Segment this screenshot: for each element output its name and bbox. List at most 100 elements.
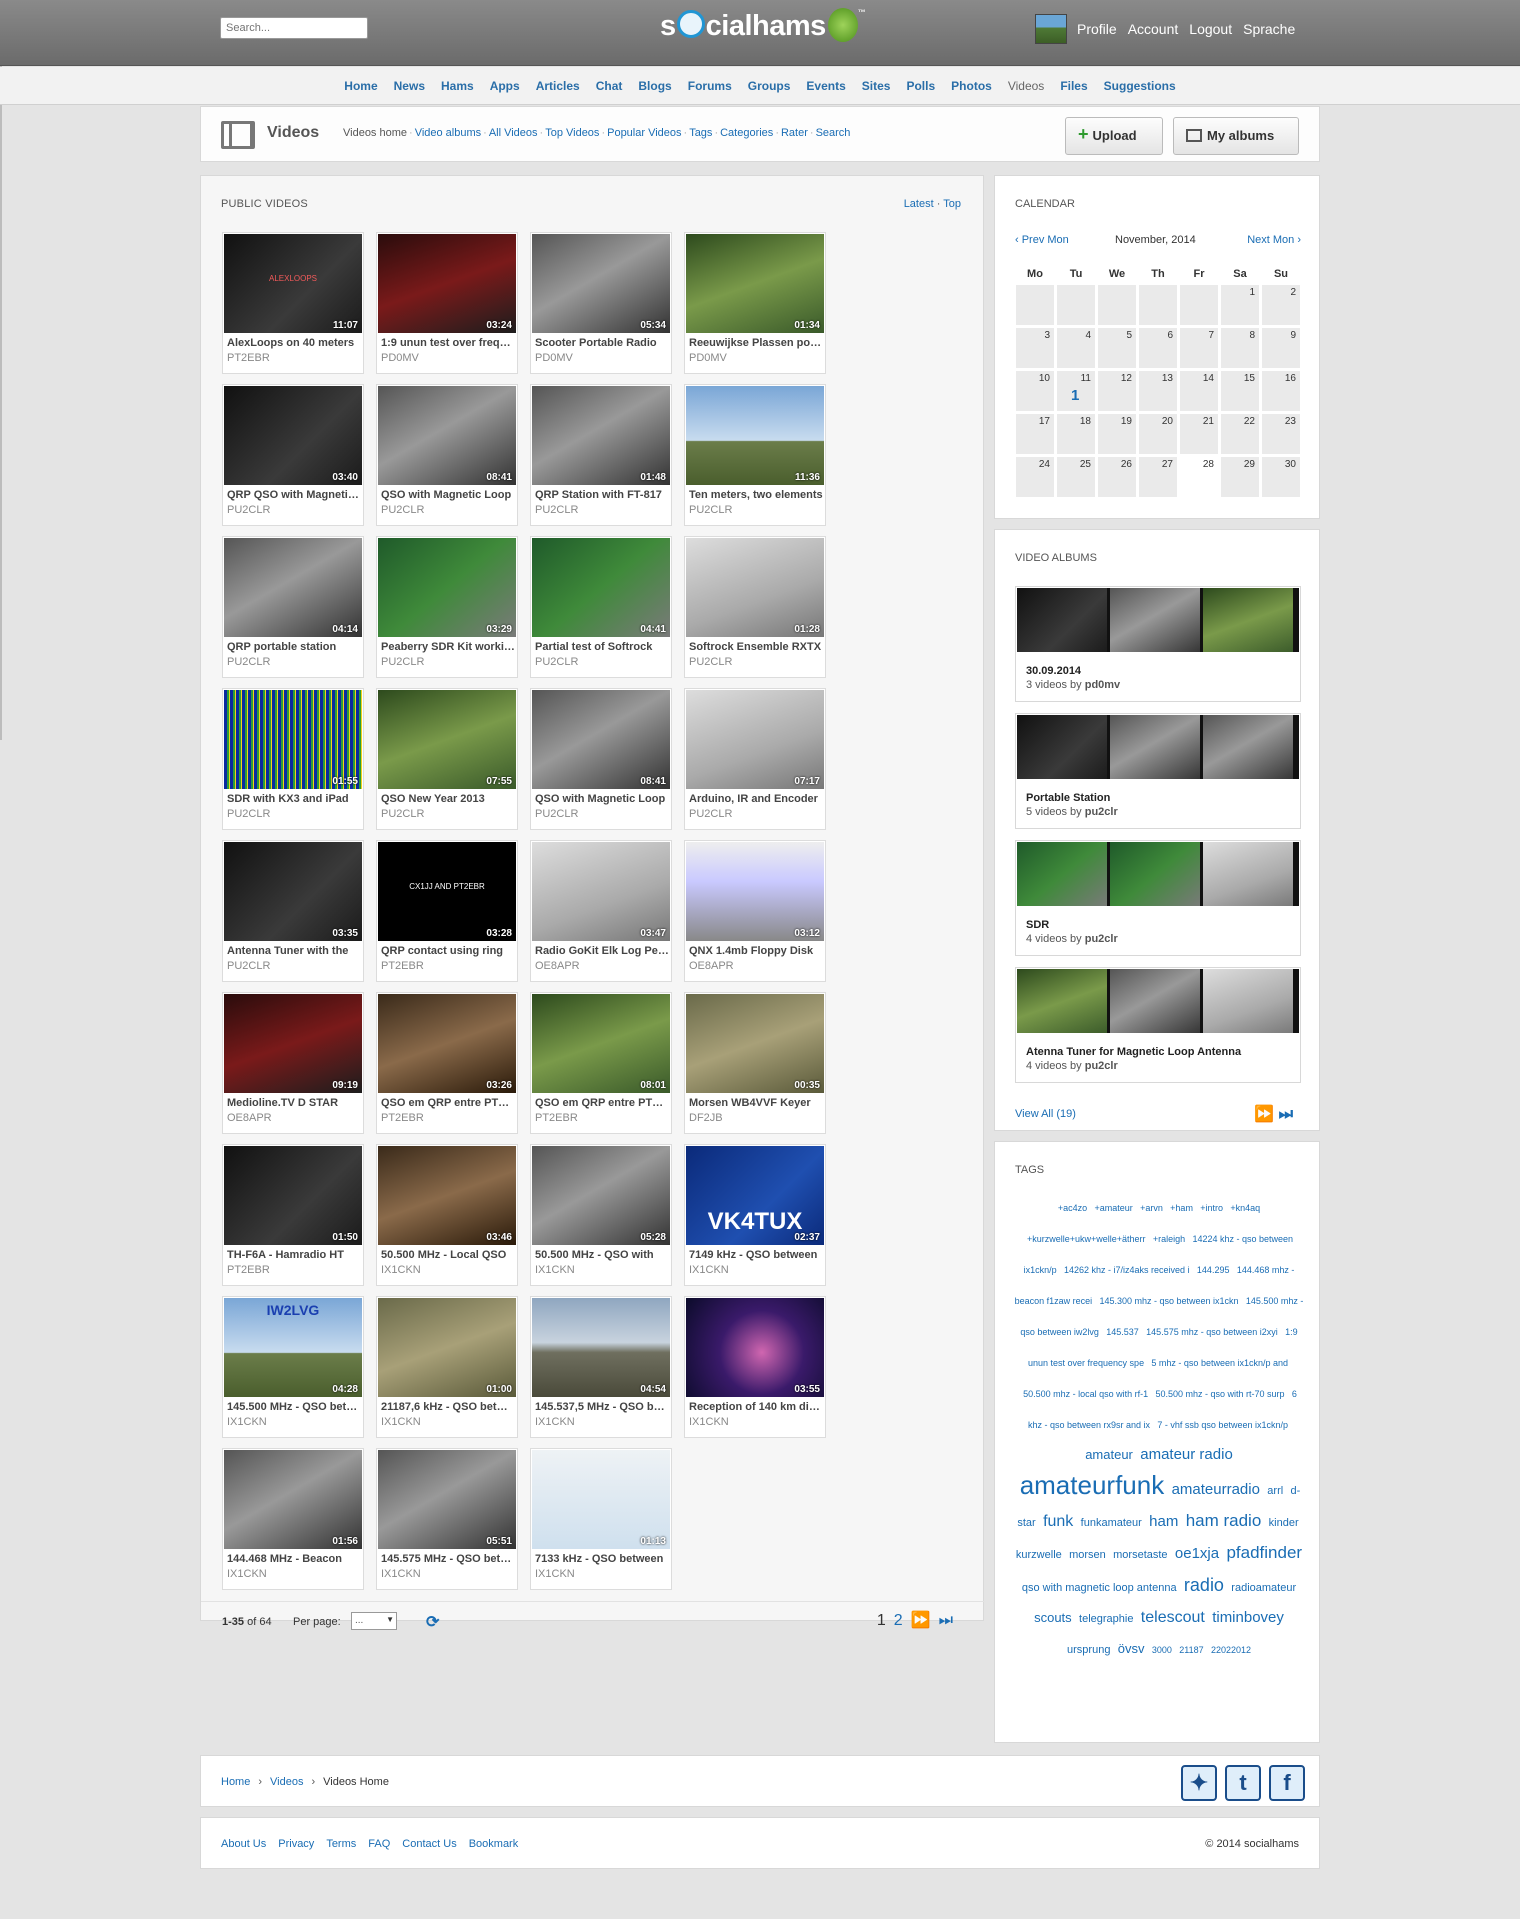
last-page-icon[interactable]: ⏭ xyxy=(1279,1106,1293,1123)
video-thumbnail[interactable]: 03:26 xyxy=(378,994,516,1093)
album-title[interactable]: Portable Station xyxy=(1026,792,1110,804)
subnav-rater[interactable]: Rater xyxy=(781,127,808,139)
video-thumbnail[interactable]: 01:50 xyxy=(224,1146,362,1245)
video-card[interactable]: 09:19 Medioline.TV D STAR OE8APR xyxy=(222,992,364,1134)
video-author[interactable]: PT2EBR xyxy=(227,352,270,364)
video-card[interactable]: 01:56 144.468 MHz - Beacon IX1CKN xyxy=(222,1448,364,1590)
calendar-day[interactable]: 5 xyxy=(1097,327,1137,369)
nav-item-news[interactable]: News xyxy=(394,79,425,93)
tag-link[interactable]: pfadfinder xyxy=(1226,1543,1302,1562)
video-title[interactable]: 7133 kHz - QSO between xyxy=(535,1553,669,1565)
video-author[interactable]: IX1CKN xyxy=(535,1264,575,1276)
calendar-day[interactable]: 6 xyxy=(1138,327,1178,369)
calendar-day[interactable]: 17 xyxy=(1015,413,1055,455)
calendar-day[interactable]: 14 xyxy=(1179,370,1219,412)
video-thumbnail[interactable]: 04:54 xyxy=(532,1298,670,1397)
video-card[interactable]: 03:46 50.500 MHz - Local QSO IX1CKN xyxy=(376,1144,518,1286)
video-author[interactable]: PU2CLR xyxy=(535,504,578,516)
album-card[interactable]: 30.09.2014 3 videos by pd0mv xyxy=(1015,586,1301,702)
nav-item-photos[interactable]: Photos xyxy=(951,79,992,93)
video-card[interactable]: 08:41 QSO with Magnetic Loop PU2CLR xyxy=(530,688,672,830)
video-thumbnail[interactable]: 01:13 xyxy=(532,1450,670,1549)
view-all-link[interactable]: View All (19) xyxy=(1015,1108,1076,1120)
tag-link[interactable]: telegraphie xyxy=(1079,1613,1133,1625)
album-thumbnails[interactable] xyxy=(1017,969,1299,1033)
video-thumbnail[interactable]: VK4TUX 02:37 xyxy=(686,1146,824,1245)
video-author[interactable]: PU2CLR xyxy=(381,656,424,668)
calendar-day[interactable]: 23 xyxy=(1261,413,1301,455)
video-title[interactable]: QSO with Magnetic Loop xyxy=(535,793,669,805)
calendar-day[interactable]: 19 xyxy=(1097,413,1137,455)
tag-link[interactable]: +ac4zo xyxy=(1058,1203,1087,1213)
album-title[interactable]: 30.09.2014 xyxy=(1026,665,1081,677)
video-card[interactable]: 01:00 21187,6 kHz - QSO between IX1CKN xyxy=(376,1296,518,1438)
video-title[interactable]: 21187,6 kHz - QSO between xyxy=(381,1401,515,1413)
video-card[interactable]: 00:35 Morsen WB4VVF Keyer DF2JB xyxy=(684,992,826,1134)
video-title[interactable]: AlexLoops on 40 meters xyxy=(227,337,361,349)
tag-link[interactable]: kurzwelle xyxy=(1016,1549,1062,1561)
video-card[interactable]: 07:55 QSO New Year 2013 PU2CLR xyxy=(376,688,518,830)
refresh-icon[interactable]: ⟳ xyxy=(426,1612,439,1632)
tag-link[interactable]: scouts xyxy=(1034,1610,1072,1625)
video-author[interactable]: PU2CLR xyxy=(689,504,732,516)
calendar-day[interactable]: 22 xyxy=(1220,413,1260,455)
calendar-day[interactable]: 20 xyxy=(1138,413,1178,455)
tag-link[interactable]: telescout xyxy=(1141,1609,1205,1626)
video-card[interactable]: 01:34 Reeuwijkse Plassen portable PD0MV xyxy=(684,232,826,374)
video-thumbnail[interactable]: 01:34 xyxy=(686,234,824,333)
album-thumbnail[interactable] xyxy=(1203,969,1293,1033)
video-author[interactable]: IX1CKN xyxy=(381,1568,421,1580)
tag-link[interactable]: amateurradio xyxy=(1172,1481,1260,1498)
video-thumbnail[interactable]: 08:01 xyxy=(532,994,670,1093)
album-title[interactable]: SDR xyxy=(1026,919,1049,931)
page-2[interactable]: 2 xyxy=(894,1612,903,1629)
tag-link[interactable]: +arvn xyxy=(1140,1203,1163,1213)
video-author[interactable]: IX1CKN xyxy=(689,1416,729,1428)
video-card[interactable]: 04:14 QRP portable station PU2CLR xyxy=(222,536,364,678)
nav-item-events[interactable]: Events xyxy=(806,79,845,93)
calendar-day[interactable]: 10 xyxy=(1015,370,1055,412)
tag-link[interactable]: funk xyxy=(1043,1513,1073,1530)
calendar-day[interactable]: 9 xyxy=(1261,327,1301,369)
tag-link[interactable]: 5 mhz - qso between ix1ckn/p and xyxy=(1151,1358,1288,1368)
video-thumbnail[interactable]: 03:12 xyxy=(686,842,824,941)
video-thumbnail[interactable]: 00:35 xyxy=(686,994,824,1093)
video-card[interactable]: VK4TUX 02:37 7149 kHz - QSO between IX1CKN xyxy=(684,1144,826,1286)
video-card[interactable]: 01:28 Softrock Ensemble RXTX PU2CLR xyxy=(684,536,826,678)
video-title[interactable]: Ten meters, two elements xyxy=(689,489,823,501)
calendar-day[interactable]: 1 xyxy=(1220,284,1260,326)
video-thumbnail[interactable]: 08:41 xyxy=(378,386,516,485)
video-card[interactable]: 03:29 Peaberry SDR Kit working PU2CLR xyxy=(376,536,518,678)
page-1[interactable]: 1 xyxy=(877,1612,886,1629)
nav-item-polls[interactable]: Polls xyxy=(906,79,935,93)
video-title[interactable]: SDR with KX3 and iPad xyxy=(227,793,361,805)
video-thumbnail[interactable]: 05:51 xyxy=(378,1450,516,1549)
video-author[interactable]: PU2CLR xyxy=(227,960,270,972)
sort-top[interactable]: Top xyxy=(943,198,961,210)
tag-link[interactable]: radioamateur xyxy=(1231,1582,1296,1594)
tag-link[interactable]: amateur xyxy=(1085,1447,1133,1462)
share-social-icon[interactable]: ✦ xyxy=(1181,1765,1217,1801)
video-card[interactable]: 05:34 Scooter Portable Radio PD0MV xyxy=(530,232,672,374)
nav-item-chat[interactable]: Chat xyxy=(596,79,623,93)
album-thumbnails[interactable] xyxy=(1017,588,1299,652)
subnav-video-albums[interactable]: Video albums xyxy=(415,127,481,139)
video-author[interactable]: IX1CKN xyxy=(689,1264,729,1276)
video-card[interactable]: ALEXLOOPS 11:07 AlexLoops on 40 meters PT2E… xyxy=(222,232,364,374)
tag-link[interactable]: 145.300 mhz - qso between ix1ckn xyxy=(1099,1296,1238,1306)
video-card[interactable]: 03:40 QRP QSO with Magnetic Loop PU2CLR xyxy=(222,384,364,526)
nav-item-blogs[interactable]: Blogs xyxy=(638,79,671,93)
my-albums-button[interactable]: My albums xyxy=(1173,117,1299,155)
video-thumbnail[interactable]: 03:46 xyxy=(378,1146,516,1245)
video-thumbnail[interactable]: 07:55 xyxy=(378,690,516,789)
video-thumbnail[interactable]: 01:48 xyxy=(532,386,670,485)
footer-link-contact-us[interactable]: Contact Us xyxy=(402,1838,456,1850)
video-thumbnail[interactable]: 03:24 xyxy=(378,234,516,333)
video-author[interactable]: PT2EBR xyxy=(381,1112,424,1124)
nav-item-sites[interactable]: Sites xyxy=(862,79,891,93)
video-title[interactable]: Radio GoKit Elk Log Periodic xyxy=(535,945,669,957)
video-title[interactable]: 50.500 MHz - QSO with xyxy=(535,1249,669,1261)
breadcrumb-item[interactable]: Home xyxy=(221,1776,250,1788)
next-month-link[interactable]: Next Mon › xyxy=(1247,234,1301,246)
calendar-day[interactable]: 29 xyxy=(1220,456,1260,498)
